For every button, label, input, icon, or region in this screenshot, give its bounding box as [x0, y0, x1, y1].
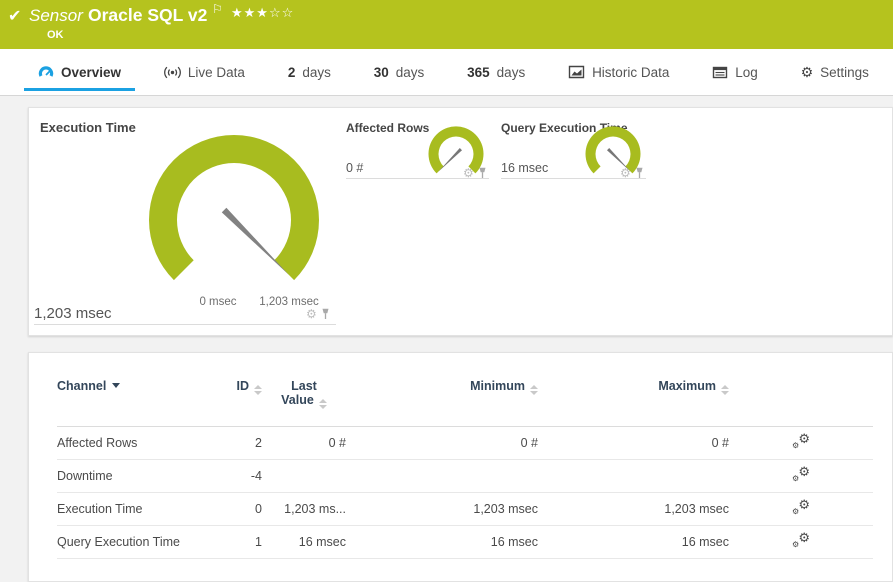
- column-header-maximum[interactable]: Maximum: [538, 379, 729, 427]
- maximum-cell: [538, 459, 729, 493]
- channels-panel: Channel ID Last Value Minimum Maximum Af…: [28, 352, 893, 582]
- priority-stars[interactable]: ★★★☆☆: [231, 5, 294, 21]
- channel-name-cell[interactable]: Query Execution Time: [57, 525, 232, 559]
- sort-arrows-icon: [721, 385, 729, 395]
- id-header-label: ID: [236, 379, 250, 393]
- channel-settings-gears-icon[interactable]: ⚙ ⚙: [792, 432, 810, 450]
- last-value-cell: 0 #: [262, 426, 346, 460]
- tab-historic-data-label: Historic Data: [592, 64, 670, 80]
- channel-name-cell[interactable]: Downtime: [57, 459, 232, 493]
- minimum-cell: 1,203 msec: [346, 492, 538, 526]
- maximum-cell: 16 msec: [538, 525, 729, 559]
- channel-settings-gears-icon[interactable]: ⚙ ⚙: [792, 498, 810, 516]
- tab-30-days[interactable]: 30 days: [360, 49, 439, 95]
- channel-id-cell: 2: [232, 426, 262, 460]
- flag-icon[interactable]: ⚐: [212, 2, 223, 16]
- minimum-header-label: Minimum: [470, 379, 525, 393]
- tab-log-label: Log: [735, 64, 758, 80]
- log-icon: [713, 66, 728, 78]
- channel-settings-gears-icon[interactable]: ⚙ ⚙: [792, 465, 810, 483]
- query-execution-time-value: 16 msec: [501, 161, 549, 175]
- historic-chart-icon: [568, 65, 585, 79]
- tab-live-data-label: Live Data: [187, 64, 245, 80]
- tab-2-days[interactable]: 2 days: [274, 49, 345, 95]
- maximum-cell: 1,203 msec: [538, 492, 729, 526]
- tab-settings-label: Settings: [820, 64, 869, 80]
- gauge-settings-gear-icon[interactable]: ⚙: [306, 308, 317, 320]
- execution-time-value: 1,203 msec: [34, 305, 112, 322]
- channel-header-label: Channel: [57, 379, 107, 393]
- channel-id-cell: 0: [232, 492, 262, 526]
- tab-365-days-number: 365: [467, 64, 490, 80]
- tab-historic-data[interactable]: Historic Data: [554, 49, 683, 95]
- sensor-status-header: ✔ Sensor Oracle SQL v2 ⚐ ★★★☆☆ OK: [0, 0, 893, 49]
- last-value-header-line2: Value: [281, 393, 314, 407]
- maximum-cell: 0 #: [538, 426, 729, 460]
- column-header-channel[interactable]: Channel: [57, 379, 232, 427]
- table-row: Query Execution Time 1 16 msec 16 msec 1…: [57, 525, 873, 559]
- gauge-scale-max: 1,203 msec: [259, 296, 319, 308]
- last-value-cell: [262, 459, 346, 493]
- tab-settings[interactable]: ⚙ Settings: [787, 49, 883, 95]
- tab-2-days-number: 2: [287, 64, 296, 80]
- tab-live-data[interactable]: Live Data: [150, 49, 259, 95]
- column-header-minimum[interactable]: Minimum: [346, 379, 538, 427]
- execution-time-gauge: [149, 134, 319, 281]
- status-check-icon: ✔: [8, 8, 22, 25]
- minimum-cell: 0 #: [346, 426, 538, 460]
- execution-time-gauge-title: Execution Time: [40, 120, 136, 135]
- last-value-header-line1: Last: [291, 379, 317, 393]
- column-header-last-value[interactable]: Last Value: [262, 379, 346, 427]
- affected-rows-gauge-title: Affected Rows: [346, 121, 430, 135]
- sort-arrows-icon: [254, 385, 262, 395]
- maximum-header-label: Maximum: [658, 379, 716, 393]
- gauge-scale-min: 0 msec: [199, 296, 237, 308]
- table-row: Downtime -4 ⚙ ⚙: [57, 459, 873, 493]
- settings-gear-icon: ⚙: [800, 64, 814, 80]
- tab-overview[interactable]: Overview: [24, 49, 136, 95]
- status-badge: OK: [47, 29, 64, 41]
- tab-2-days-label: days: [302, 64, 331, 80]
- gauges-panel: Execution Time 0 msec 1,203 msec 1,203 m…: [28, 107, 893, 336]
- channel-settings-gears-icon[interactable]: ⚙ ⚙: [792, 531, 810, 549]
- channel-id-cell: -4: [232, 459, 262, 493]
- sort-arrows-icon: [530, 385, 538, 395]
- column-header-id[interactable]: ID: [232, 379, 262, 427]
- tab-30-days-label: days: [395, 64, 425, 80]
- broadcast-icon: [163, 66, 181, 78]
- tab-30-days-number: 30: [373, 64, 389, 80]
- channel-name-cell[interactable]: Execution Time: [57, 492, 232, 526]
- last-value-cell: 1,203 ms...: [262, 492, 346, 526]
- minimum-cell: [346, 459, 538, 493]
- pin-icon[interactable]: [321, 308, 330, 320]
- tab-365-days[interactable]: 365 days: [453, 49, 539, 95]
- gauge-icon: [38, 66, 54, 77]
- channel-id-cell: 1: [232, 525, 262, 559]
- table-row: Affected Rows 2 0 # 0 # 0 # ⚙ ⚙: [57, 426, 873, 460]
- last-value-cell: 16 msec: [262, 525, 346, 559]
- minimum-cell: 16 msec: [346, 525, 538, 559]
- tab-365-days-label: days: [496, 64, 526, 80]
- channel-name-cell[interactable]: Affected Rows: [57, 426, 232, 460]
- table-row: Execution Time 0 1,203 ms... 1,203 msec …: [57, 492, 873, 526]
- tab-overview-label: Overview: [61, 64, 122, 80]
- sensor-name[interactable]: Oracle SQL v2: [88, 5, 207, 26]
- tab-log[interactable]: Log: [698, 49, 772, 95]
- sort-arrows-icon: [318, 399, 327, 409]
- sensor-type-label: Sensor: [29, 6, 83, 25]
- tab-bar: Overview Live Data 2 days 30 days 365 da…: [0, 49, 893, 96]
- sort-caret-icon: [112, 383, 121, 388]
- affected-rows-value: 0 #: [346, 161, 364, 175]
- channels-table: Channel ID Last Value Minimum Maximum Af…: [57, 379, 873, 559]
